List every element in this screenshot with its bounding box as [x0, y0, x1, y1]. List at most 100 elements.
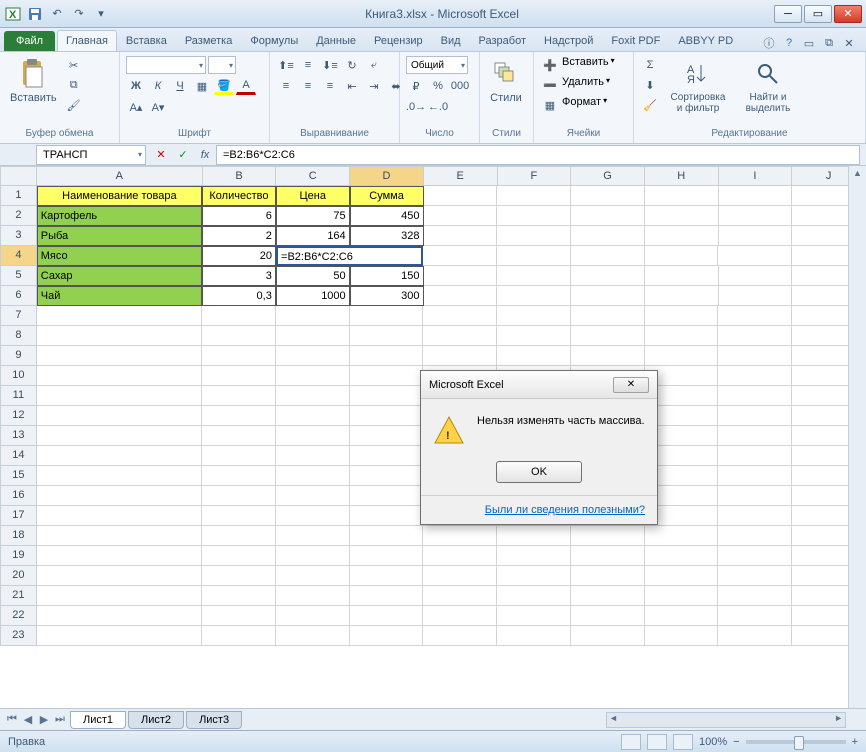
row-header[interactable]: 7 [0, 306, 37, 326]
cell[interactable] [645, 206, 719, 226]
tab-review[interactable]: Рецензир [365, 30, 432, 51]
cell[interactable]: 3 [202, 266, 276, 286]
minimize-ribbon-icon[interactable]: ⓘ [762, 35, 776, 51]
file-tab[interactable]: Файл [4, 31, 55, 51]
cell[interactable] [37, 526, 202, 546]
cell[interactable]: Картофель [37, 206, 202, 226]
cell[interactable] [276, 446, 350, 466]
cell[interactable] [497, 206, 571, 226]
comma-icon[interactable]: 000 [450, 77, 470, 95]
message-box-close-button[interactable]: ✕ [613, 377, 649, 393]
cell[interactable] [423, 346, 497, 366]
row-header[interactable]: 21 [0, 586, 37, 606]
zoom-in-icon[interactable]: + [852, 736, 858, 748]
cell[interactable] [37, 486, 202, 506]
cell[interactable] [37, 606, 202, 626]
cell[interactable] [423, 626, 497, 646]
cancel-formula-icon[interactable]: ✕ [150, 145, 172, 165]
tab-view[interactable]: Вид [432, 30, 470, 51]
cell[interactable] [423, 546, 497, 566]
cell[interactable] [645, 326, 719, 346]
cell[interactable]: 164 [276, 226, 350, 246]
cell[interactable] [571, 206, 645, 226]
cell[interactable] [497, 226, 571, 246]
cell[interactable]: 450 [350, 206, 424, 226]
cell[interactable] [202, 466, 276, 486]
cell[interactable]: Сумма [350, 186, 424, 206]
save-icon[interactable] [26, 5, 44, 23]
cell[interactable] [423, 586, 497, 606]
cell[interactable] [350, 546, 424, 566]
tab-formulas[interactable]: Формулы [241, 30, 307, 51]
cell[interactable] [645, 546, 719, 566]
sheet-tab[interactable]: Лист1 [70, 711, 126, 729]
cell[interactable] [276, 586, 350, 606]
cell[interactable] [719, 266, 793, 286]
format-painter-icon[interactable]: 🖌 [65, 96, 83, 114]
name-box[interactable]: ТРАНСП [36, 145, 146, 165]
cell[interactable] [571, 186, 645, 206]
cell[interactable] [571, 266, 645, 286]
maximize-button[interactable]: ▭ [804, 5, 832, 23]
sheet-nav-arrows[interactable]: ⏮◀▶⏭ [4, 713, 68, 726]
cell[interactable] [497, 606, 571, 626]
align-right-icon[interactable]: ≡ [320, 77, 340, 95]
cell[interactable] [276, 466, 350, 486]
italic-icon[interactable]: К [148, 77, 168, 95]
cell[interactable] [202, 546, 276, 566]
cell[interactable] [276, 306, 350, 326]
row-header[interactable]: 14 [0, 446, 37, 466]
cell[interactable] [718, 626, 792, 646]
cell[interactable] [645, 626, 719, 646]
view-layout-icon[interactable] [647, 734, 667, 750]
percent-icon[interactable]: % [428, 77, 448, 95]
cell[interactable] [350, 386, 424, 406]
tab-data[interactable]: Данные [307, 30, 365, 51]
cell[interactable] [37, 406, 202, 426]
zoom-out-icon[interactable]: − [733, 736, 739, 748]
cell[interactable] [423, 306, 497, 326]
row-header[interactable]: 20 [0, 566, 37, 586]
align-middle-icon[interactable]: ≡ [298, 56, 318, 74]
cell[interactable] [350, 306, 424, 326]
cell[interactable] [37, 546, 202, 566]
help-link[interactable]: Были ли сведения полезными? [485, 504, 645, 516]
cell[interactable]: 6 [202, 206, 276, 226]
font-name-combo[interactable] [126, 56, 206, 74]
cell[interactable] [645, 566, 719, 586]
cell[interactable] [350, 366, 424, 386]
indent-dec-icon[interactable]: ⇤ [342, 77, 362, 95]
cell[interactable] [497, 246, 571, 266]
col-header[interactable]: A [37, 166, 203, 186]
cell[interactable] [718, 366, 792, 386]
cell[interactable] [276, 386, 350, 406]
cell[interactable] [276, 346, 350, 366]
row-header[interactable]: 18 [0, 526, 37, 546]
cell[interactable] [718, 566, 792, 586]
cell[interactable]: Рыба [37, 226, 202, 246]
indent-inc-icon[interactable]: ⇥ [364, 77, 384, 95]
horizontal-scrollbar[interactable] [606, 712, 846, 728]
ribbon-min-icon[interactable]: ▭ [802, 37, 816, 50]
paste-button[interactable]: Вставить [6, 56, 61, 106]
cell[interactable] [718, 586, 792, 606]
cell[interactable] [202, 626, 276, 646]
col-header[interactable]: B [203, 166, 277, 186]
underline-icon[interactable]: Ч [170, 77, 190, 95]
cell[interactable] [37, 446, 202, 466]
cell[interactable] [37, 466, 202, 486]
formula-input[interactable]: =B2:B6*C2:C6 [216, 145, 860, 165]
cell[interactable] [423, 246, 497, 266]
cell[interactable] [276, 546, 350, 566]
dec-decimal-icon[interactable]: ←.0 [428, 98, 448, 116]
cell[interactable] [645, 586, 719, 606]
cell[interactable] [424, 206, 498, 226]
cell[interactable] [276, 606, 350, 626]
row-header[interactable]: 9 [0, 346, 37, 366]
cell[interactable] [571, 626, 645, 646]
cell[interactable] [645, 346, 719, 366]
view-pagebreak-icon[interactable] [673, 734, 693, 750]
cell[interactable] [350, 326, 424, 346]
col-header[interactable]: E [424, 166, 498, 186]
bold-icon[interactable]: Ж [126, 77, 146, 95]
